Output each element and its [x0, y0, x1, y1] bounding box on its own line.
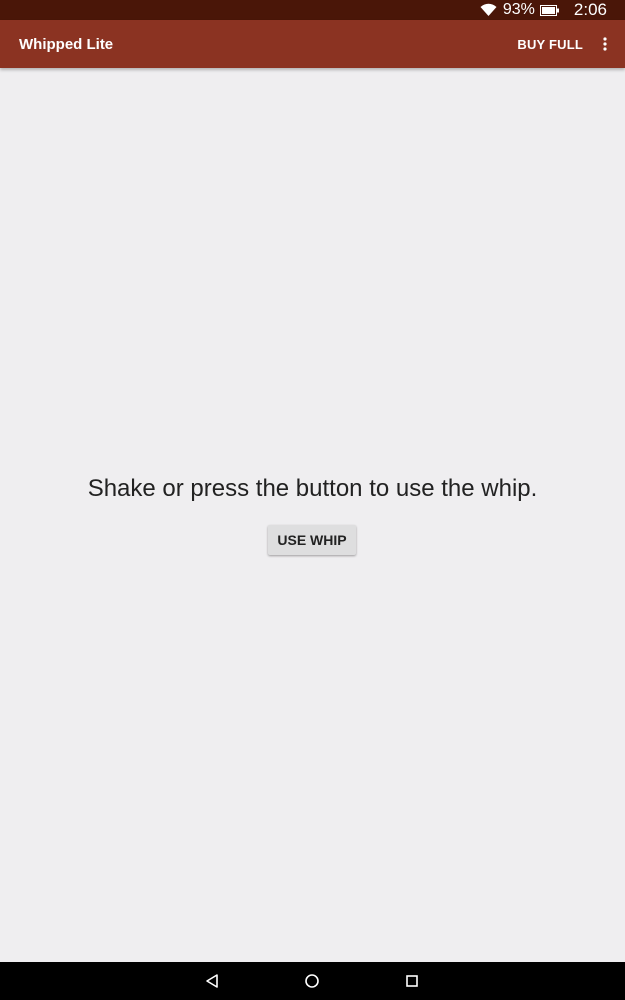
- main-content: Shake or press the button to use the whi…: [0, 68, 625, 962]
- wifi-icon: [480, 3, 497, 17]
- clock: 2:06: [573, 0, 607, 19]
- buy-full-button[interactable]: BUY FULL: [515, 31, 585, 58]
- battery-percent: 93%: [502, 1, 535, 18]
- use-whip-button[interactable]: USE WHIP: [268, 525, 356, 555]
- back-icon[interactable]: [201, 970, 223, 992]
- home-icon[interactable]: [301, 970, 323, 992]
- screen: 93% 2:06 Whipped Lite BUY FULL Shake or …: [0, 0, 625, 1000]
- recents-icon[interactable]: [401, 970, 423, 992]
- app-bar: Whipped Lite BUY FULL: [0, 20, 625, 68]
- app-title: Whipped Lite: [19, 35, 114, 53]
- more-vert-icon[interactable]: [597, 32, 613, 56]
- battery-icon: [539, 4, 560, 17]
- instruction-text: Shake or press the button to use the whi…: [87, 475, 538, 502]
- status-bar: 93% 2:06: [0, 0, 625, 20]
- navigation-bar: [0, 962, 625, 1000]
